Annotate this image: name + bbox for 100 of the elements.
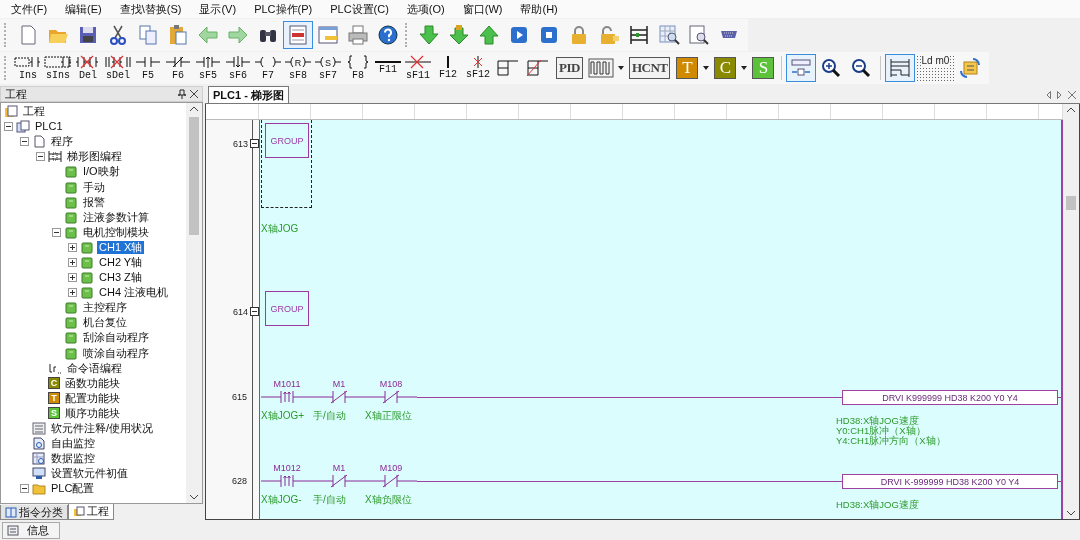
toolbar-button[interactable]: sF5 [193,51,223,84]
panel-tab[interactable]: 指令分类 [0,505,68,520]
program-block-icon [64,165,78,179]
tree-item[interactable]: 自由监控 [1,436,186,452]
program-block-icon [80,240,94,254]
instruction-block[interactable]: DRVI K-999999 HD38 K200 Y0 Y4 [842,474,1058,489]
tree-item[interactable]: 手动 [1,179,186,195]
program-block-icon [64,316,78,330]
tree-expander[interactable] [68,242,77,252]
tree-item[interactable]: 软元件注释/使用状况 [1,420,186,437]
instruction-note: HD38:X轴JOG速度 [836,416,920,426]
toolbar-button[interactable]: S sF7 [313,51,343,84]
tree-item[interactable]: S 顺序功能块 [1,405,186,421]
toolbar-button[interactable]: HCNT [628,56,671,79]
tree-item[interactable]: I/O映射 [1,164,186,180]
tree-expander[interactable] [68,258,77,267]
panel-tab[interactable]: 工程 [68,504,114,520]
group-block[interactable]: GROUP [265,291,309,326]
document-search-icon [688,23,710,46]
menu-item[interactable]: PLC设置(C) [323,1,396,17]
menu-item[interactable]: 窗口(W) [455,1,510,17]
toolbar-button[interactable]: C [714,56,737,79]
toolbar-button[interactable]: F12 [433,51,463,84]
insert-icon [14,54,42,69]
delete-row-icon [104,54,132,69]
arrow-down-icon [418,23,440,46]
toolbar-button[interactable]: sF11 [403,51,433,84]
tree-item[interactable]: CH3 Z轴 [1,270,186,286]
tree-item[interactable]: 工程 [1,104,186,120]
tree-expander[interactable] [68,273,77,283]
tree-item[interactable]: 喷涂自动程序 [1,345,186,361]
instruction-note: HD38:X轴JOG速度 [836,500,919,510]
menu-item[interactable]: 选项(O) [399,1,452,17]
tree-item[interactable]: CH1 X轴 [1,239,186,255]
tree-item[interactable]: T 配置功能块 [1,390,186,406]
document-icon [287,23,309,46]
scroll-thumb[interactable] [189,117,199,235]
tree-expander[interactable] [20,484,29,494]
tree-item[interactable]: CH4 注液电机 [1,285,186,301]
toolbar-button[interactable]: F5 [133,51,163,84]
screen-icon [32,467,46,481]
tree-item[interactable]: 程序 [1,134,186,150]
instruction-block[interactable]: DRVI K999999 HD38 K200 Y0 Y4 [842,390,1058,405]
tree-item[interactable]: CH2 Y轴 [1,254,186,271]
toolbar-button[interactable]: sF12 [463,51,493,84]
toolbar-button[interactable]: F7 [253,51,283,84]
tree-item[interactable]: 设置软元件初值 [1,466,186,482]
tree-item[interactable]: 报警 [1,194,186,210]
toolbar-button[interactable]: sDel [103,51,133,84]
toolbar-button[interactable]: sF6 [223,51,253,84]
tree-item[interactable]: 刮涂自动程序 [1,330,186,346]
tree-item[interactable]: 数据监控 [1,451,186,467]
tree-expander[interactable] [20,137,29,147]
tree-item[interactable]: 机台复位 [1,315,186,331]
printer-icon [347,23,369,46]
toolbar-button[interactable]: F6 [163,51,193,84]
tree-expander[interactable] [36,152,45,162]
menu-item[interactable]: 显示(V) [192,1,244,17]
info-tab[interactable]: 信息 [2,521,60,539]
toolbar-button[interactable]: Ins [13,51,43,84]
editor-tab[interactable]: PLC1 - 梯形图 [208,86,289,103]
toolbar-button[interactable]: sIns [43,51,73,84]
scroll-thumb[interactable] [1066,196,1076,210]
contact-address: M1 [332,463,346,473]
tree-expander[interactable] [4,122,13,132]
tree-item[interactable]: C 函数功能块 [1,375,186,391]
tree-item[interactable]: 电机控制模块 [1,224,186,240]
tree-item[interactable]: 命令语编程 [1,360,186,376]
unlock-icon [598,23,620,46]
toolbar-button[interactable]: Del [73,51,103,84]
menu-item[interactable]: 查找\替换(S) [112,1,189,17]
tree-item[interactable]: 主控程序 [1,300,186,316]
contact-comment: 手/自动 [313,494,346,506]
menu-item[interactable]: PLC操作(P) [247,1,320,17]
instruction-list-icon [48,361,62,375]
group-block[interactable]: GROUP [265,123,309,158]
menu-item[interactable]: 帮助(H) [513,1,565,17]
tree-item[interactable]: 梯形图编程 [1,149,186,165]
program-block-icon [64,346,78,360]
coil-icon [254,54,282,69]
tree-expander[interactable] [52,227,61,237]
tree-item[interactable]: PLC1 [1,119,186,135]
contact-comment: X轴JOG+ [261,410,305,422]
toolbar-button[interactable]: PID [556,56,583,79]
toolbar-button[interactable]: F8 [343,51,373,84]
tree-expander[interactable] [68,288,77,298]
menu-item[interactable]: 文件(F) [4,1,55,17]
folder-icon [32,482,46,496]
page-icon [32,135,46,149]
program-block-icon [80,286,94,300]
toolbar-button[interactable]: F11 [373,51,403,84]
scrollbar[interactable] [186,103,202,503]
tree-item[interactable]: PLC配置 [1,481,186,497]
toolbar-button[interactable]: R sF8 [283,51,313,84]
contact-comment: 手/自动 [313,410,346,422]
contact-icon [134,54,162,69]
zoom-out-icon [850,56,873,79]
menu-item[interactable]: 编辑(E) [58,1,109,17]
toolbar-button[interactable]: Ld m0 [915,53,956,82]
tree-item[interactable]: 注液参数计算 [1,209,186,225]
